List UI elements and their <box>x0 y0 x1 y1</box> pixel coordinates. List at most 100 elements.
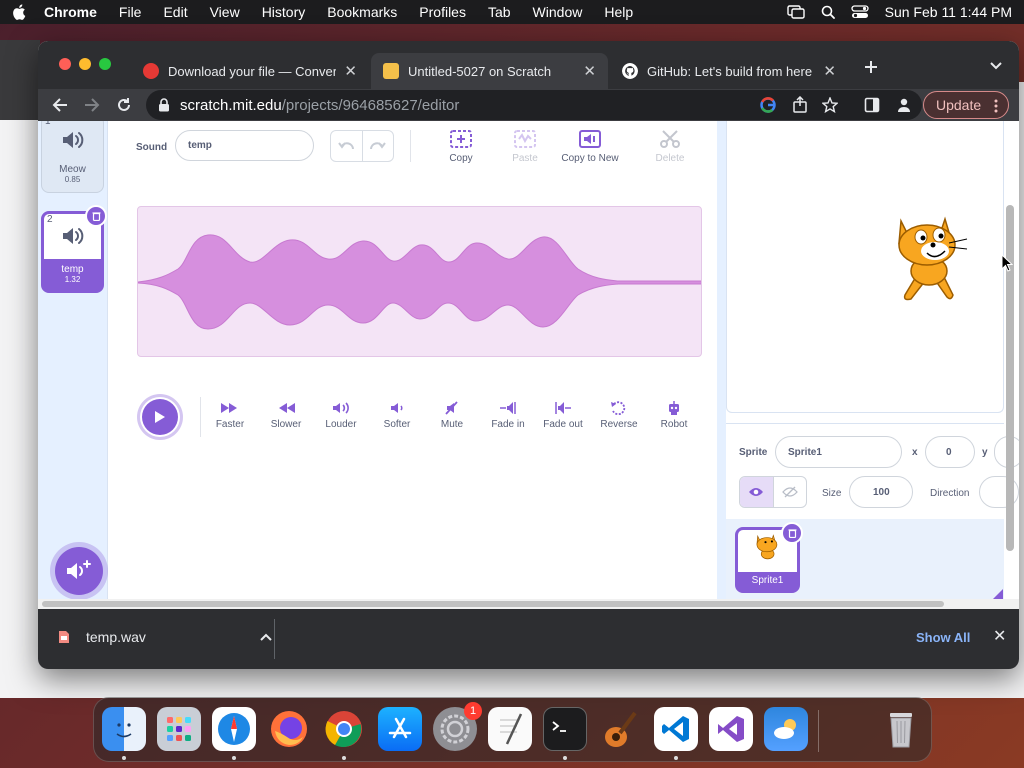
tab-scratch[interactable]: Untitled-5027 on Scratch ✕ <box>371 53 608 89</box>
horizontal-scrollbar-thumb[interactable] <box>42 601 944 607</box>
window-zoom-button[interactable] <box>99 58 111 70</box>
menu-help[interactable]: Help <box>604 4 633 20</box>
scratch-cat-sprite-icon[interactable] <box>887 215 973 305</box>
dock-separator <box>818 710 819 752</box>
close-downloads-icon[interactable]: ✕ <box>993 626 1006 646</box>
window-minimize-button[interactable] <box>79 58 91 70</box>
effect-fade-in-button[interactable]: Fade in <box>478 401 538 430</box>
control-center-icon[interactable] <box>850 5 869 19</box>
screen-mirroring-icon[interactable] <box>786 5 805 19</box>
redo-button[interactable] <box>363 131 394 161</box>
copy-to-new-button[interactable]: Copy to New <box>554 129 626 164</box>
waveform-display[interactable] <box>137 206 702 357</box>
menu-app-chrome[interactable]: Chrome <box>44 4 97 20</box>
menu-tab[interactable]: Tab <box>488 4 511 20</box>
vscode-icon[interactable] <box>654 707 698 751</box>
sound-number: 2 <box>47 214 53 225</box>
effect-reverse-button[interactable]: Reverse <box>589 401 649 430</box>
lock-icon[interactable] <box>158 98 170 112</box>
robot-icon <box>669 401 679 415</box>
show-all-button[interactable]: Show All <box>916 630 970 645</box>
effect-label: Softer <box>383 419 411 430</box>
chrome-window: Download your file — Convertio ✕ Untitle… <box>38 41 1019 669</box>
system-settings-icon[interactable]: 1 <box>433 702 482 751</box>
tab-github[interactable]: GitHub: Let's build from here ✕ <box>610 53 848 89</box>
menu-profiles[interactable]: Profiles <box>419 4 466 20</box>
tab-title: Download your file — Convertio <box>168 63 337 79</box>
window-close-button[interactable] <box>59 58 71 70</box>
show-sprite-button[interactable] <box>740 477 774 507</box>
size-input[interactable]: 100 <box>849 476 913 508</box>
terminal-icon[interactable] <box>543 707 587 751</box>
share-icon[interactable] <box>793 96 807 113</box>
effect-faster-button[interactable]: Faster <box>200 401 260 430</box>
finder-icon[interactable] <box>102 707 146 751</box>
apple-icon[interactable] <box>12 4 26 20</box>
menu-history[interactable]: History <box>262 4 306 20</box>
effect-mute-button[interactable]: Mute <box>422 401 482 430</box>
profile-avatar-icon[interactable] <box>896 97 912 113</box>
menu-bookmarks[interactable]: Bookmarks <box>327 4 397 20</box>
side-panel-icon[interactable] <box>864 97 880 113</box>
sound-name-input[interactable]: temp <box>175 130 314 161</box>
x-position-input[interactable]: 0 <box>925 436 975 468</box>
menu-view[interactable]: View <box>210 4 240 20</box>
sprite-name-input[interactable]: Sprite1 <box>775 436 902 468</box>
github-favicon-icon <box>622 63 638 79</box>
visual-studio-icon[interactable] <box>709 707 753 751</box>
new-tab-plus-icon[interactable] <box>864 60 878 74</box>
chrome-icon[interactable] <box>322 707 366 751</box>
launchpad-icon[interactable] <box>157 707 201 751</box>
undo-button[interactable] <box>331 131 363 161</box>
update-button[interactable]: Update <box>923 91 1009 119</box>
effect-slower-button[interactable]: Slower <box>256 401 316 430</box>
menu-edit[interactable]: Edit <box>163 4 187 20</box>
effect-robot-button[interactable]: Robot <box>644 401 704 430</box>
undo-redo-group <box>330 130 394 162</box>
sprite-list: Sprite1 <box>726 519 1004 599</box>
app-store-icon[interactable] <box>378 707 422 751</box>
delete-sound-button[interactable] <box>85 205 107 227</box>
chevron-up-icon[interactable] <box>260 633 272 641</box>
more-vertical-icon <box>994 99 998 113</box>
delete-sprite-button[interactable] <box>781 522 803 544</box>
bookmark-star-icon[interactable] <box>822 97 838 113</box>
effect-louder-button[interactable]: Louder <box>311 401 371 430</box>
safari-icon[interactable] <box>212 707 256 751</box>
hide-sprite-button[interactable] <box>774 477 807 507</box>
choose-sound-button[interactable] <box>55 547 103 595</box>
tab-convertio[interactable]: Download your file — Convertio ✕ <box>131 53 369 89</box>
effect-fade-out-button[interactable]: Fade out <box>533 401 593 430</box>
close-icon[interactable]: ✕ <box>823 62 836 80</box>
reload-icon[interactable] <box>116 97 132 113</box>
stage-canvas[interactable] <box>726 121 1004 413</box>
copy-button[interactable]: Copy <box>426 129 496 164</box>
menu-window[interactable]: Window <box>533 4 583 20</box>
close-icon[interactable]: ✕ <box>344 62 357 80</box>
play-sound-button[interactable] <box>137 394 183 440</box>
horizontal-scrollbar[interactable] <box>38 599 1019 609</box>
effect-softer-button[interactable]: Softer <box>367 401 427 430</box>
tab-search-chevron-icon[interactable] <box>990 62 1002 70</box>
tab-title: GitHub: Let's build from here <box>647 63 813 79</box>
menu-file[interactable]: File <box>119 4 142 20</box>
forward-arrow-icon[interactable] <box>84 97 100 113</box>
download-item[interactable]: temp.wav <box>58 629 272 645</box>
mouse-cursor-icon <box>1001 254 1013 272</box>
address-bar[interactable]: scratch.mit.edu/projects/964685627/edito… <box>146 90 922 120</box>
sound-number: 1 <box>45 121 51 127</box>
weather-icon[interactable] <box>764 707 808 751</box>
trash-icon[interactable] <box>879 707 923 751</box>
spotlight-search-icon[interactable] <box>821 5 835 19</box>
paste-button[interactable]: Paste <box>490 129 560 164</box>
textedit-icon[interactable] <box>488 707 532 751</box>
sound-item-meow[interactable]: 1 Meow 0.85 <box>41 121 104 193</box>
copy-to-new-icon <box>579 130 601 148</box>
firefox-icon[interactable] <box>267 707 311 751</box>
back-arrow-icon[interactable] <box>52 97 68 113</box>
garageband-icon[interactable] <box>598 707 642 751</box>
close-icon[interactable]: ✕ <box>583 62 596 80</box>
menubar-clock[interactable]: Sun Feb 11 1:44 PM <box>885 4 1012 20</box>
delete-button[interactable]: Delete <box>635 129 705 164</box>
google-lens-icon[interactable] <box>760 97 776 113</box>
